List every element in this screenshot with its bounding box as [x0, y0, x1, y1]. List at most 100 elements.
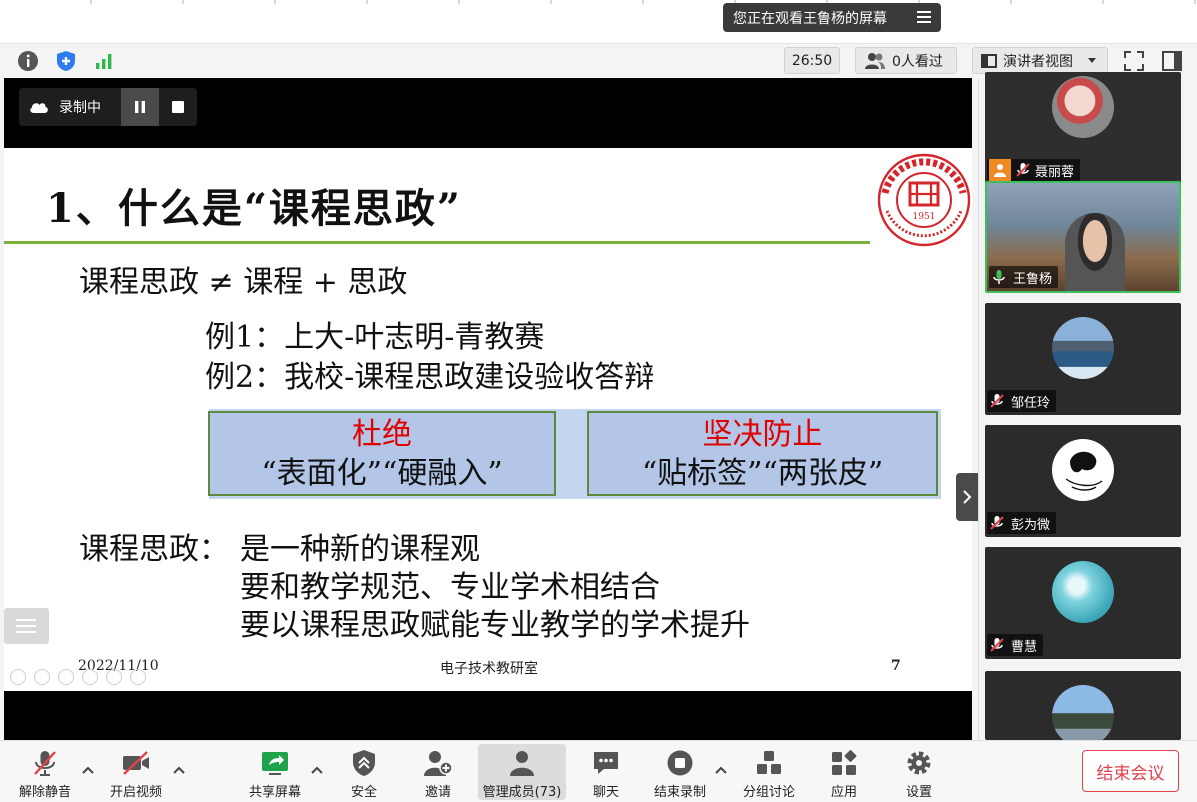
chat-button[interactable]: 聊天 [582, 744, 630, 800]
pause-icon [135, 101, 145, 113]
browser-tab-strip [0, 0, 1197, 4]
viewers-count[interactable]: 0人看过 [855, 47, 957, 74]
participant-tile[interactable] [985, 671, 1181, 740]
settings-button[interactable]: 设置 [895, 744, 943, 800]
participant-name-tag: 邹任玲 [987, 390, 1057, 412]
next-slide-icon[interactable] [34, 669, 50, 685]
participant-name-tag: 王鲁杨 [989, 266, 1059, 288]
avatar [1052, 439, 1114, 501]
copy-icon[interactable] [82, 669, 98, 685]
unmute-label: 解除静音 [18, 785, 71, 800]
pause-recording-button[interactable] [121, 88, 159, 126]
more-icon[interactable] [130, 669, 146, 685]
shield-icon [349, 748, 379, 778]
view-mode-dropdown[interactable]: 演讲者视图 [972, 47, 1108, 74]
participant-name-tag: 曹慧 [987, 634, 1044, 656]
participant-gallery: 聂丽蓉 王鲁杨 邹任玲 彭为微 曹慧 [978, 72, 1197, 740]
chat-icon [591, 748, 621, 778]
view-mode-label: 演讲者视图 [1003, 53, 1073, 70]
chevron-up-icon[interactable] [172, 763, 186, 777]
slide-mini-toolbar [10, 669, 146, 685]
meeting-timer: 26:50 [784, 47, 840, 74]
cloud-icon [30, 103, 48, 113]
participant-name-tag: 聂丽蓉 [987, 159, 1081, 181]
security-button[interactable]: 安全 [340, 744, 388, 800]
avatar [1052, 317, 1114, 379]
mic-muted-icon [30, 748, 60, 778]
layout-icon [981, 53, 997, 68]
gallery-collapse-button[interactable] [956, 473, 978, 521]
pen-icon[interactable] [58, 669, 74, 685]
title-divider [4, 241, 870, 244]
participants-label: 管理成员(73) [482, 785, 562, 800]
shield-icon[interactable] [54, 49, 78, 73]
chevron-up-icon[interactable] [714, 763, 728, 777]
callout-box-right: 坚决防止 “贴标签”“两张皮” [587, 411, 938, 496]
meeting-toolbar: 解除静音 开启视频 共享屏幕 安全 邀请 管理成员(73) 聊天 结束录制 分组… [0, 740, 1197, 802]
share-banner[interactable]: 您正在观看王鲁杨的屏幕 [723, 3, 941, 32]
end-recording-label: 结束录制 [653, 785, 706, 800]
mic-muted-icon [990, 516, 1004, 530]
end-meeting-button[interactable]: 结束会议 [1082, 750, 1179, 792]
top-strip: 您正在观看王鲁杨的屏幕 [0, 0, 1197, 44]
mic-muted-icon [990, 638, 1004, 652]
apps-icon [829, 748, 859, 778]
participants-button[interactable]: 管理成员(73) [478, 744, 566, 800]
prev-slide-icon[interactable] [10, 669, 26, 685]
start-video-button[interactable]: 开启视频 [104, 744, 168, 800]
share-screen-label: 共享屏幕 [248, 785, 301, 800]
share-banner-text: 您正在观看王鲁杨的屏幕 [733, 10, 887, 27]
participant-tile[interactable]: 聂丽蓉 [985, 72, 1181, 184]
end-recording-button[interactable]: 结束录制 [648, 744, 712, 800]
people-icon [865, 52, 885, 69]
participant-name: 王鲁杨 [1013, 271, 1053, 287]
recording-label: 录制中 [59, 100, 101, 116]
slide-title: 1、什么是“课程思政” [46, 185, 462, 232]
avatar [1052, 685, 1114, 740]
chevron-down-icon [1088, 57, 1096, 63]
meeting-window: 您正在观看王鲁杨的屏幕 26:50 0人看过 演讲者视图 录制中 1、什么是“课… [0, 0, 1197, 802]
participant-tile[interactable]: 邹任玲 [985, 303, 1181, 415]
chevron-up-icon[interactable] [81, 763, 95, 777]
signal-strength-icon[interactable] [92, 49, 116, 73]
callout-right-text: “贴标签”“两张皮” [641, 456, 884, 491]
share-screen-icon [260, 748, 290, 778]
settings-label: 设置 [905, 785, 932, 800]
stop-recording-button[interactable] [159, 88, 197, 126]
slide-page-number: 7 [891, 658, 901, 674]
slide-line-1: 课程思政 ≠ 课程 + 思政 [79, 265, 408, 300]
university-logo: 1951 [877, 153, 971, 247]
breakout-rooms-button[interactable]: 分组讨论 [738, 744, 800, 800]
participant-name-tag: 彭为微 [987, 512, 1057, 534]
unmute-button[interactable]: 解除静音 [14, 744, 76, 800]
add-user-icon [423, 748, 453, 778]
chat-label: 聊天 [592, 785, 619, 800]
apps-button[interactable]: 应用 [820, 744, 868, 800]
slide-footer-department: 电子技术教研室 [440, 661, 538, 677]
slide-menu-button[interactable] [4, 608, 49, 644]
participant-tile[interactable]: 曹慧 [985, 547, 1181, 659]
fullscreen-icon[interactable] [1122, 49, 1146, 73]
start-video-label: 开启视频 [109, 785, 162, 800]
participant-tile-active[interactable]: 王鲁杨 [985, 181, 1181, 293]
stop-icon [172, 101, 184, 113]
side-panel-toggle-icon[interactable] [1160, 49, 1184, 73]
logo-year: 1951 [913, 212, 936, 222]
slide-example-1: 例1：上大-叶志明-青教赛 [205, 320, 545, 355]
avatar [1052, 76, 1114, 138]
invite-label: 邀请 [424, 785, 451, 800]
chevron-up-icon[interactable] [310, 763, 324, 777]
gear-icon [904, 748, 934, 778]
share-screen-button[interactable]: 共享屏幕 [244, 744, 306, 800]
mic-muted-icon [990, 394, 1004, 408]
shared-screen-stage: 录制中 1、什么是“课程思政” 1951 课程思政 ≠ 课程 + 思政 例1：上 [4, 78, 978, 740]
menu-icon[interactable] [917, 11, 931, 23]
zoom-icon[interactable] [106, 669, 122, 685]
info-icon[interactable] [16, 49, 40, 73]
invite-button[interactable]: 邀请 [414, 744, 462, 800]
participant-tile[interactable]: 彭为微 [985, 425, 1181, 537]
callout-box-left: 杜绝 “表面化”“硬融入” [208, 411, 556, 496]
apps-label: 应用 [830, 785, 857, 800]
person-icon [989, 159, 1011, 181]
slide-example-2: 例2：我校-课程思政建设验收答辩 [205, 360, 655, 395]
